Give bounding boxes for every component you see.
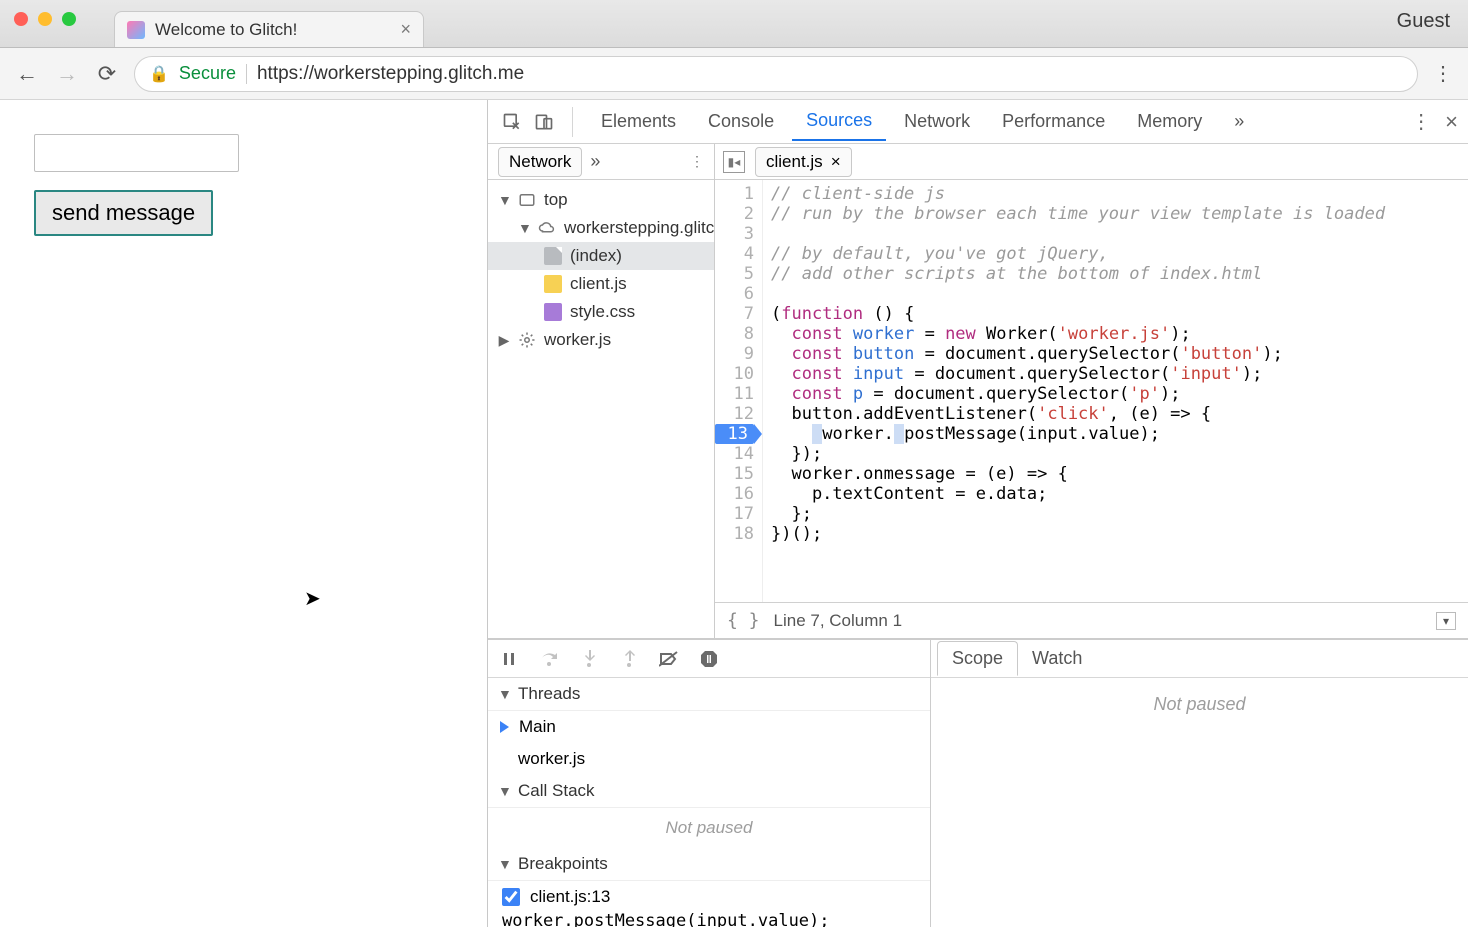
toggle-navigator-icon[interactable]: ▮◂ [723,151,745,173]
secure-label: Secure [179,63,236,84]
editor-tab-close-icon[interactable]: × [831,152,841,172]
message-input[interactable] [34,134,239,172]
tree-file-stylecss[interactable]: style.css [488,298,714,326]
threads-section[interactable]: ▼Threads [488,678,930,711]
source-editor: ▮◂ client.js × 1234567891011121314151617… [715,144,1468,638]
thread-worker[interactable]: worker.js [488,743,930,775]
breakpoint-item[interactable]: client.js:13 [488,881,930,909]
tab-close-icon[interactable]: × [400,19,411,40]
css-file-icon [544,303,562,321]
tab-sources[interactable]: Sources [792,102,886,141]
breakpoint-checkbox[interactable] [502,888,520,906]
tree-file-clientjs[interactable]: client.js [488,270,714,298]
frame-icon [518,191,536,209]
pause-button[interactable] [498,648,520,670]
browser-menu-icon[interactable]: ⋮ [1432,61,1454,86]
tab-elements[interactable]: Elements [587,103,690,140]
code-area[interactable]: // client-side js// run by the browser e… [763,180,1468,602]
divider [246,64,247,84]
close-window-icon[interactable] [14,12,28,26]
gear-icon [518,331,536,349]
browser-titlebar: Welcome to Glitch! × Guest [0,0,1468,48]
tree-top[interactable]: ▼ top [488,186,714,214]
scope-tab[interactable]: Scope [937,641,1018,676]
favicon-icon [127,21,145,39]
step-into-button[interactable] [578,648,600,670]
devtools-close-icon[interactable]: × [1445,109,1458,135]
callstack-empty: Not paused [488,808,930,848]
tab-console[interactable]: Console [694,103,788,140]
tab-memory[interactable]: Memory [1123,103,1216,140]
scope-empty: Not paused [931,678,1468,927]
device-toolbar-icon[interactable] [530,108,558,136]
tree-domain[interactable]: ▼ workerstepping.glitch [488,214,714,242]
sources-navigator: Network » ⋮ ▼ top ▼ workerstepping.glitc… [488,144,715,638]
url-text: https://workerstepping.glitch.me [257,63,524,85]
thread-main[interactable]: Main [488,711,930,743]
tab-network[interactable]: Network [890,103,984,140]
js-file-icon [544,275,562,293]
deactivate-breakpoints-button[interactable] [658,648,680,670]
tab-title: Welcome to Glitch! [155,20,390,40]
profile-label[interactable]: Guest [1397,10,1450,33]
watch-tab[interactable]: Watch [1018,642,1096,675]
line-gutter[interactable]: 123456789101112131415161718 [715,180,763,602]
tree-worker[interactable]: ▶ worker.js [488,326,714,354]
address-bar[interactable]: 🔒 Secure https://workerstepping.glitch.m… [134,56,1418,92]
inspect-element-icon[interactable] [498,108,526,136]
cursor-icon: ➤ [304,586,321,611]
forward-button[interactable]: → [54,61,80,87]
breakpoints-section[interactable]: ▼Breakpoints [488,848,930,881]
browser-tab[interactable]: Welcome to Glitch! × [114,11,424,47]
devtools-panel: Elements Console Sources Network Perform… [488,100,1468,927]
debugger-controls [488,640,930,678]
maximize-window-icon[interactable] [62,12,76,26]
tree-file-index[interactable]: (index) [488,242,714,270]
navigator-more-icon[interactable]: » [590,151,600,172]
editor-statusbar: { } Line 7, Column 1 ▾ [715,602,1468,638]
editor-tab-clientjs[interactable]: client.js × [755,147,852,177]
debugger-panel: ▼Threads Main worker.js ▼Call Stack Not … [488,640,931,927]
page-content: send message [0,100,488,927]
scope-panel: Scope Watch Not paused [931,640,1468,927]
navigator-menu-icon[interactable]: ⋮ [690,153,704,170]
send-message-button[interactable]: send message [34,190,213,236]
reload-button[interactable]: ⟳ [94,61,120,87]
navigator-tab-network[interactable]: Network [498,147,582,177]
minimize-window-icon[interactable] [38,12,52,26]
cloud-icon [538,219,556,237]
more-tabs-icon[interactable]: » [1220,103,1258,140]
breakpoint-code: worker.postMessage(input.value); [488,909,930,927]
step-out-button[interactable] [618,648,640,670]
browser-toolbar: ← → ⟳ 🔒 Secure https://workerstepping.gl… [0,48,1468,100]
window-controls [14,12,76,26]
step-over-button[interactable] [538,648,560,670]
cursor-position: Line 7, Column 1 [774,611,903,631]
lock-icon: 🔒 [149,64,169,84]
callstack-section[interactable]: ▼Call Stack [488,775,930,808]
show-console-icon[interactable]: ▾ [1436,612,1456,630]
devtools-tabbar: Elements Console Sources Network Perform… [488,100,1468,144]
devtools-menu-icon[interactable]: ⋮ [1411,109,1431,134]
document-icon [544,247,562,265]
back-button[interactable]: ← [14,61,40,87]
pause-on-exceptions-button[interactable] [698,648,720,670]
tab-performance[interactable]: Performance [988,103,1119,140]
pretty-print-icon[interactable]: { } [727,610,760,631]
